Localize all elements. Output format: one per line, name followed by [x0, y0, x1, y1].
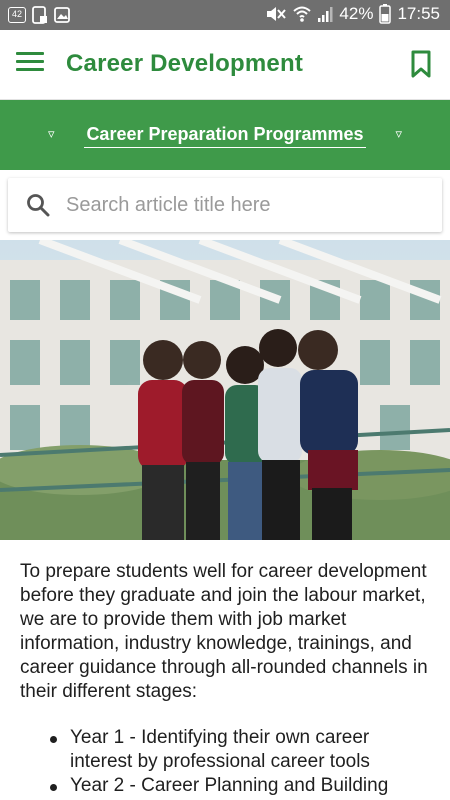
hero-photo	[0, 240, 450, 540]
status-bar: 42 42% 17:55	[0, 0, 450, 30]
list-item: Year 2 - Career Planning and Building	[50, 774, 430, 798]
article-body: To prepare students well for career deve…	[20, 560, 430, 798]
status-right-icons: 42% 17:55	[265, 4, 440, 24]
category-prev-arrow-icon[interactable]: ▿	[48, 126, 55, 142]
notification-count-badge: 42	[8, 7, 26, 23]
clock-time: 17:55	[397, 4, 440, 23]
signal-icon	[318, 7, 333, 22]
category-next-arrow-icon[interactable]: ▿	[395, 126, 402, 142]
search-bar	[8, 178, 442, 232]
search-input[interactable]	[66, 188, 426, 222]
screenshot-icon	[32, 6, 47, 24]
wifi-icon	[293, 6, 312, 22]
mute-icon	[267, 7, 287, 21]
status-left-icons: 42	[8, 6, 70, 24]
bookmark-icon[interactable]	[410, 50, 432, 78]
stage-list: Year 1 - Identifying their own career in…	[20, 726, 430, 798]
page-title: Career Development	[66, 50, 304, 77]
battery-percent: 42%	[339, 4, 374, 23]
app-bar: Career Development	[0, 30, 450, 100]
hamburger-menu-icon[interactable]	[16, 52, 44, 76]
category-dropdown[interactable]: Career Preparation Programmes	[84, 124, 366, 148]
battery-icon	[379, 4, 392, 24]
gallery-icon	[54, 7, 70, 23]
article-intro: To prepare students well for career deve…	[20, 561, 428, 702]
list-item: Year 1 - Identifying their own career in…	[50, 726, 430, 774]
search-icon[interactable]	[26, 193, 50, 217]
category-selector-bar: ▿ Career Preparation Programmes ▿	[0, 100, 450, 170]
